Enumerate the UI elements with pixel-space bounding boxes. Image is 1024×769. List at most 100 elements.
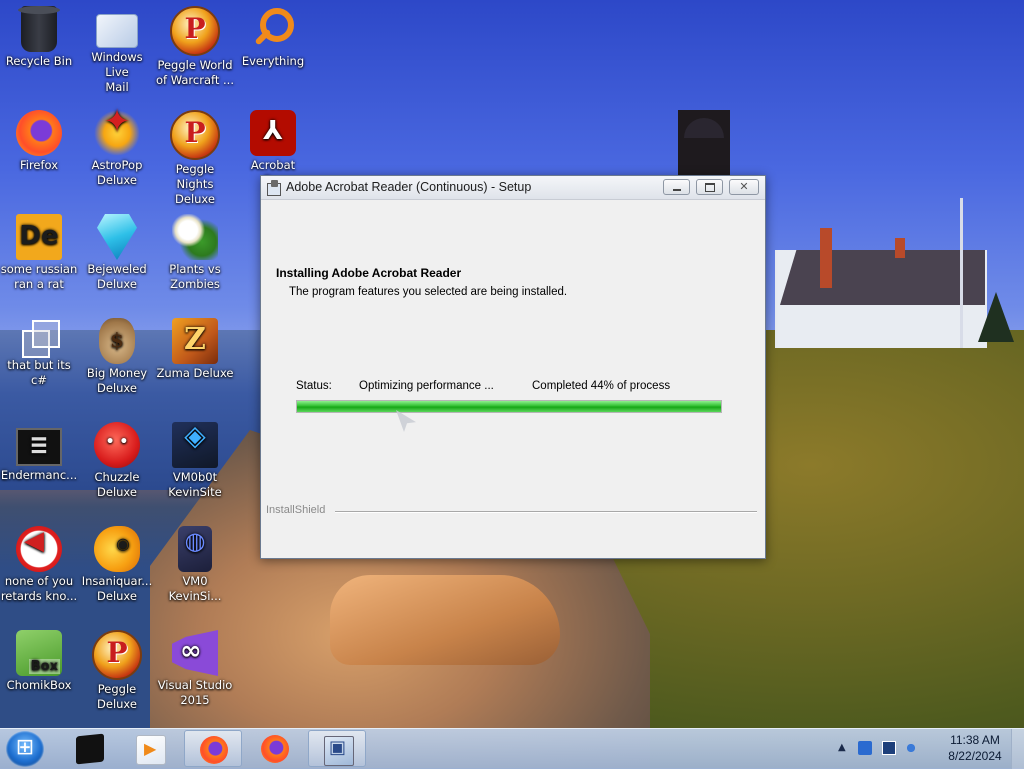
astropop-icon — [94, 110, 140, 156]
desktop-icon-peggle-nights[interactable]: Peggle Nights Deluxe — [156, 110, 234, 207]
progress-bar-fill — [297, 401, 721, 412]
desktop-icon-astropop[interactable]: AstroPop Deluxe — [78, 110, 156, 188]
vm-icon — [76, 733, 104, 765]
window-title: Adobe Acrobat Reader (Continuous) - Setu… — [286, 180, 532, 194]
close-button[interactable] — [729, 179, 759, 195]
clock[interactable]: 11:38 AM 8/22/2024 — [930, 732, 1020, 764]
desktop-icon-label: Big Money Deluxe — [86, 366, 148, 395]
recycle-bin-icon — [18, 6, 60, 52]
everything-search-icon — [250, 6, 296, 52]
desktop-icon-big-money[interactable]: Big Money Deluxe — [78, 318, 156, 396]
window-titlebar[interactable]: Adobe Acrobat Reader (Continuous) - Setu… — [261, 176, 765, 200]
progress-bar — [296, 400, 722, 413]
setup-heading: Installing Adobe Acrobat Reader — [276, 266, 462, 280]
plants-vs-zombies-icon — [172, 214, 218, 260]
desktop-icon-label: Bejeweled Deluxe — [87, 262, 147, 291]
desktop-icon-endermanch[interactable]: Endermanc... — [0, 422, 78, 483]
wallpaper-roof — [780, 250, 985, 305]
window-content: Installing Adobe Acrobat Reader The prog… — [261, 200, 765, 558]
desktop-icon-label: Peggle World of Warcraft ... — [156, 58, 234, 87]
brand-divider — [335, 511, 757, 513]
de-icon — [16, 214, 62, 260]
clock-time: 11:38 AM — [950, 733, 1000, 747]
desktop-icon-some-russian-ran-a-rat[interactable]: some russian ran a rat — [0, 214, 78, 292]
vm-icon — [172, 422, 218, 468]
desktop-icon-peggle-deluxe[interactable]: Peggle Deluxe — [78, 630, 156, 712]
firefox-icon — [261, 735, 289, 763]
minimize-button[interactable] — [663, 179, 690, 195]
chomikbox-icon — [16, 630, 62, 676]
desktop-icon-label: Firefox — [19, 158, 59, 172]
desktop-icon-label: Chuzzle Deluxe — [94, 470, 140, 499]
wallpaper-chimney — [820, 228, 832, 288]
show-hidden-icons-arrow-icon[interactable]: ▲ — [838, 742, 846, 753]
system-tray: ▲ 11:38 AM 8/22/2024 — [834, 729, 1024, 769]
desktop-icon-bejeweled[interactable]: Bejeweled Deluxe — [78, 214, 156, 292]
windows-stack-icon — [20, 318, 60, 358]
desktop-icon-visual-studio[interactable]: Visual Studio 2015 — [156, 630, 234, 708]
clock-date: 8/22/2024 — [948, 749, 1002, 763]
start-button[interactable] — [6, 731, 44, 767]
taskbar-item-firefox-active[interactable] — [184, 730, 242, 767]
taskbar-item-firefox[interactable] — [246, 730, 304, 767]
fish-icon — [94, 526, 140, 572]
installer-icon — [266, 180, 282, 196]
visual-studio-icon — [172, 630, 218, 676]
desktop-icon-label: Peggle Deluxe — [97, 682, 137, 711]
desktop-icon-label: Plants vs Zombies — [169, 262, 221, 291]
status-value: Optimizing performance ... — [359, 380, 494, 392]
show-desktop-button[interactable] — [1011, 729, 1024, 769]
progress-text: Completed 44% of process — [532, 380, 671, 392]
taskbar: ▲ 11:38 AM 8/22/2024 — [0, 728, 1024, 769]
windows-live-mail-icon — [96, 14, 138, 48]
desktop-icon-peggle-world-of-warcraft[interactable]: Peggle World of Warcraft ... — [156, 6, 234, 88]
desktop-icon-chuzzle[interactable]: Chuzzle Deluxe — [78, 422, 156, 500]
volume-icon[interactable] — [904, 741, 918, 755]
desktop-icon-plants-vs-zombies[interactable]: Plants vs Zombies — [156, 214, 234, 292]
desktop-icon-chomikbox[interactable]: ChomikBox — [0, 630, 78, 693]
desktop-icon-that-but-its-csharp[interactable]: that but its c# — [0, 318, 78, 388]
desktop-icon-vm0b0t-kevinsite[interactable]: VM0b0t KevinSite — [156, 422, 234, 500]
tray-app-icon[interactable] — [858, 741, 872, 755]
bejeweled-gem-icon — [97, 214, 137, 260]
desktop-icon-everything[interactable]: Everything — [234, 6, 312, 69]
maximize-button[interactable] — [696, 179, 723, 195]
desktop-icon-label: Visual Studio 2015 — [157, 678, 233, 707]
chuzzle-icon — [94, 422, 140, 468]
desktop-icon-windows-live-mail[interactable]: Windows Live Mail — [78, 6, 156, 95]
setup-window[interactable]: Adobe Acrobat Reader (Continuous) - Setu… — [260, 175, 766, 559]
media-player-icon — [136, 735, 166, 765]
desktop-icon-label: Everything — [241, 54, 305, 68]
desktop-icon-label: none of you retards kno... — [0, 574, 78, 603]
wallpaper-flagpole — [960, 198, 963, 348]
desktop-icon-zuma[interactable]: Zuma Deluxe — [156, 318, 234, 381]
terminal-icon — [16, 428, 62, 466]
desktop-icon-label: that but its c# — [7, 358, 71, 387]
acrobat-icon — [250, 110, 296, 156]
money-bag-icon — [99, 318, 135, 364]
desktop-icon-label: VM0b0t KevinSite — [168, 470, 222, 499]
network-icon[interactable] — [882, 741, 896, 755]
installer-icon — [324, 736, 354, 766]
desktop-icon-label: VM0 KevinSi... — [168, 574, 222, 603]
desktop-icon-firefox[interactable]: Firefox — [0, 110, 78, 173]
desktop-icon-label: Endermanc... — [0, 468, 78, 482]
desktop-icon-label: Zuma Deluxe — [156, 366, 234, 380]
desktop-icon-label: some russian ran a rat — [0, 262, 78, 291]
desktop-icon-label: Windows Live Mail — [91, 50, 143, 94]
taskbar-item-vm[interactable] — [61, 730, 119, 767]
desktop-icon-insaniquarium[interactable]: Insaniquar... Deluxe — [78, 526, 156, 604]
desktop-icon-label: Insaniquar... Deluxe — [81, 574, 153, 603]
taskbar-item-setup[interactable] — [308, 730, 366, 767]
desktop-icon-label: Recycle Bin — [5, 54, 73, 68]
peggle-deluxe-icon — [92, 630, 142, 680]
desktop-icon-vm0-kevinsite[interactable]: VM0 KevinSi... — [156, 526, 234, 604]
installshield-label: InstallShield — [266, 504, 326, 516]
taskbar-item-media-player[interactable] — [121, 730, 179, 767]
setup-description: The program features you selected are be… — [289, 286, 568, 298]
peggle-icon — [170, 6, 220, 56]
wallpaper-boulder — [330, 575, 560, 665]
desktop-icon-recycle-bin[interactable]: Recycle Bin — [0, 6, 78, 69]
firefox-icon — [200, 736, 228, 764]
desktop-icon-none-of-you[interactable]: none of you retards kno... — [0, 526, 78, 604]
